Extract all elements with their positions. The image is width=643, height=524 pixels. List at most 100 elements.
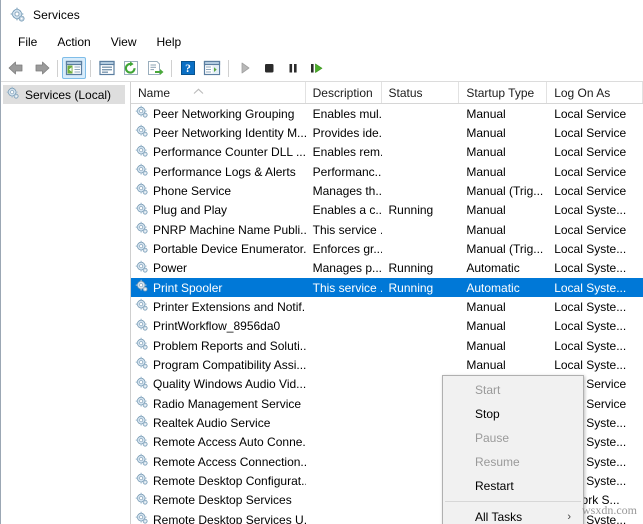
cell-name: Remote Desktop Services [131,492,306,509]
cell-startup-type: Manual [466,106,506,121]
cell-startup-type: Manual [466,164,506,179]
back-icon[interactable] [5,57,29,79]
table-row[interactable]: Plug and Play Enables a c... Running Manual… [131,201,643,220]
column-header-startup-type[interactable]: Startup Type [459,82,548,103]
service-name-label: Portable Device Enumerator... [153,241,306,256]
cell-name: Program Compatibility Assi... [131,356,306,373]
context-menu-separator [445,501,581,502]
cell-name: Quality Windows Audio Vid... [131,376,306,393]
cell-name: Radio Management Service [131,395,306,412]
context-menu-item-stop[interactable]: Stop [443,402,583,426]
column-header-status[interactable]: Status [382,82,460,103]
service-gear-icon [135,202,149,219]
svg-text:?: ? [185,63,191,75]
pause-service-icon[interactable] [281,57,305,79]
table-row[interactable]: Peer Networking Identity M... Provides id… [131,123,643,142]
services-gear-icon [6,86,20,103]
cell-name: Remote Access Connection... [131,453,306,470]
table-row[interactable]: Printer Extensions and Notif... Manual Loc… [131,297,643,316]
service-gear-icon [135,260,149,277]
menu-help[interactable]: Help [147,33,192,52]
table-row[interactable]: Power Manages p... Running Automatic Local S… [131,259,643,278]
service-gear-icon [135,511,149,524]
cell-name: Peer Networking Identity M... [131,124,306,141]
service-gear-icon [135,472,149,489]
column-header-description[interactable]: Description [306,82,382,103]
service-gear-icon [135,279,149,296]
start-service-icon[interactable] [233,57,257,79]
cell-log-on-as: Local Syste... [554,299,627,314]
context-menu-item-restart[interactable]: Restart [443,474,583,498]
table-row[interactable]: Program Compatibility Assi... Manual Local… [131,355,643,374]
cell-log-on-as: Local Service [554,164,627,179]
list-header: Name Description Status Startup Type Log… [131,82,643,104]
cell-name: Remote Desktop Configurat... [131,472,306,489]
menu-file[interactable]: File [8,33,47,52]
cell-name: Performance Logs & Alerts [131,163,306,180]
column-header-name[interactable]: Name [131,82,306,103]
services-gear-icon [10,7,26,23]
cell-description: Enables rem... [312,145,382,160]
service-name-label: Print Spooler [153,280,223,295]
watermark: wsxdn.com [582,503,637,517]
cell-status: Running [388,203,434,218]
service-gear-icon [135,105,149,122]
table-row[interactable]: Problem Reports and Soluti... Manual Local… [131,336,643,355]
table-row[interactable]: Print Spooler This service ... Running Auto… [131,277,643,298]
service-name-label: PNRP Machine Name Publi... [153,222,306,237]
service-gear-icon [135,221,149,238]
show-hide-console-tree-icon[interactable] [62,57,86,79]
service-name-label: PrintWorkflow_8956da0 [153,319,281,334]
service-name-label: Remote Desktop Services U... [153,512,306,524]
cell-log-on-as: Local Service [554,222,627,237]
table-row[interactable]: Phone Service Manages th... Manual (Trig..… [131,181,643,200]
service-gear-icon [135,163,149,180]
cell-startup-type: Manual (Trig... [466,183,544,198]
chevron-right-icon: › [567,511,571,523]
context-menu-item-label: Start [475,383,501,397]
cell-name: Problem Reports and Soluti... [131,337,306,354]
table-row[interactable]: Performance Logs & Alerts Performanc... Ma… [131,162,643,181]
toolbar-separator [57,59,58,77]
title-bar: Services [1,0,643,30]
cell-name: Printer Extensions and Notif... [131,298,306,315]
stop-service-icon[interactable] [257,57,281,79]
cell-status: Running [388,280,434,295]
cell-log-on-as: Local Syste... [554,261,627,276]
cell-name: Remote Desktop Services U... [131,511,306,524]
main-content: Services (Local) Name Description Status… [1,82,643,524]
context-menu-item-all-tasks[interactable]: All Tasks › [443,505,583,524]
menu-action[interactable]: Action [47,33,100,52]
table-row[interactable]: PrintWorkflow_8956da0 Manual Local Syste..… [131,317,643,336]
restart-service-icon[interactable] [305,57,329,79]
table-row[interactable]: PNRP Machine Name Publi... This service .… [131,220,643,239]
show-hide-action-pane-icon[interactable] [200,57,224,79]
cell-name: Phone Service [131,182,306,199]
service-gear-icon [135,337,149,354]
sidebar-item-services-local[interactable]: Services (Local) [3,85,125,104]
cell-name: Plug and Play [131,202,306,219]
console-tree: Services (Local) [1,82,131,524]
table-row[interactable]: Performance Counter DLL ... Enables rem..… [131,143,643,162]
cell-log-on-as: Local Service [554,183,627,198]
table-row[interactable]: Portable Device Enumerator... Enforces gr… [131,239,643,258]
context-menu-item-pause: Pause [443,426,583,450]
cell-startup-type: Manual [466,338,506,353]
table-row[interactable]: Peer Networking Grouping Enables mul... Ma… [131,104,643,123]
properties-icon[interactable] [95,57,119,79]
forward-icon[interactable] [29,57,53,79]
service-gear-icon [135,453,149,470]
help-icon[interactable]: ? [176,57,200,79]
cell-description: Provides ide... [312,125,382,140]
menu-view[interactable]: View [101,33,147,52]
export-list-icon[interactable] [143,57,167,79]
refresh-icon[interactable] [119,57,143,79]
cell-name: Peer Networking Grouping [131,105,306,122]
service-name-label: Radio Management Service [153,396,302,411]
context-menu-item-resume: Resume [443,450,583,474]
service-name-label: Peer Networking Grouping [153,106,295,121]
service-name-label: Printer Extensions and Notif... [153,299,306,314]
column-header-log-on-as[interactable]: Log On As [547,82,643,103]
service-gear-icon [135,318,149,335]
cell-name: Power [131,260,306,277]
